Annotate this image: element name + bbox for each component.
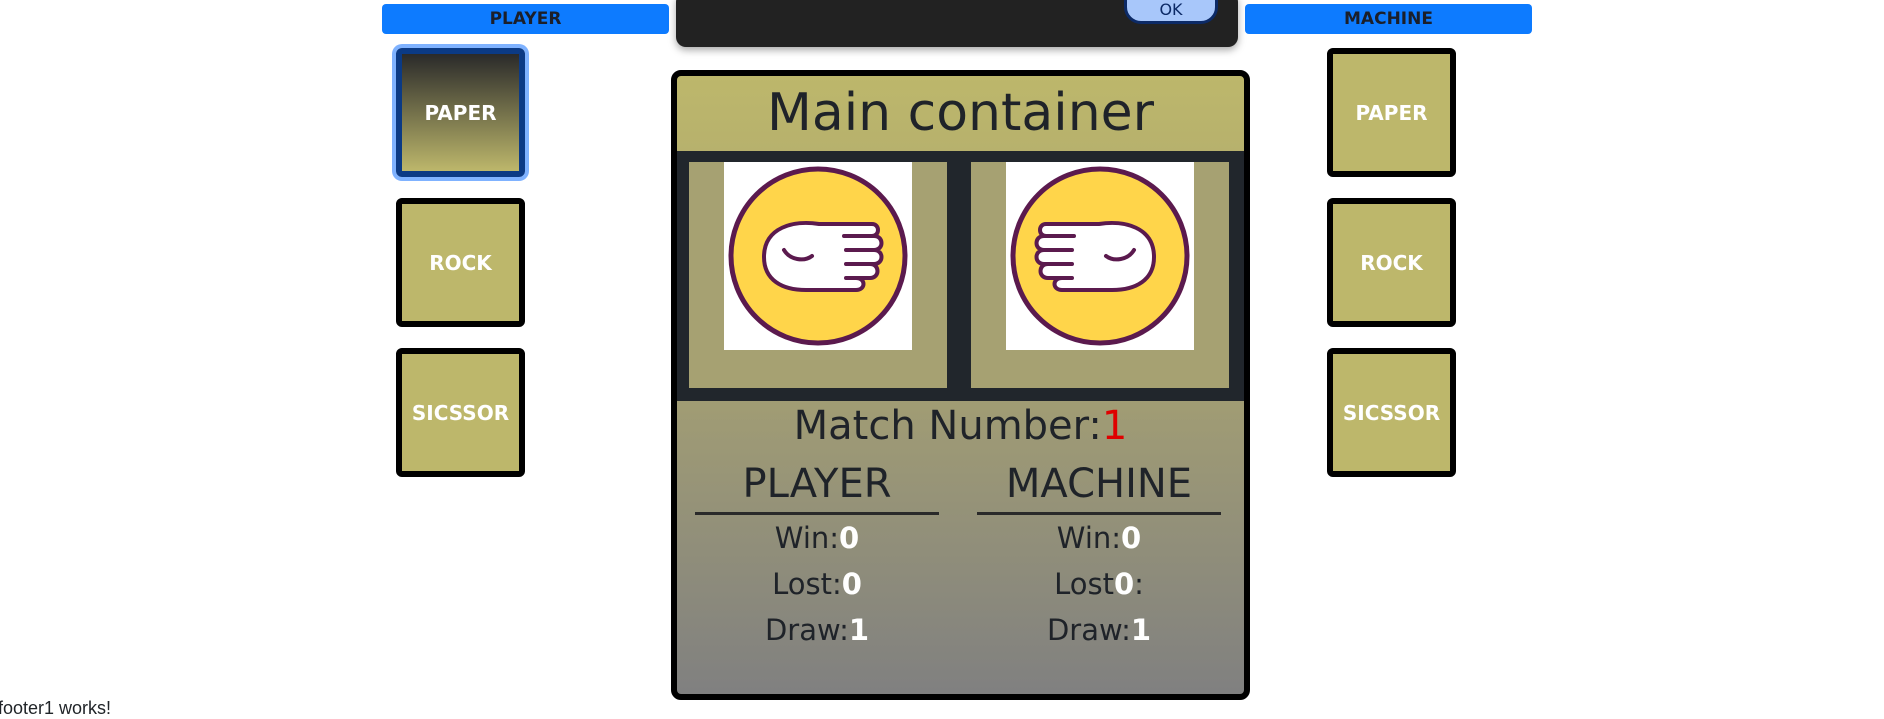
player-win: Win:0 <box>695 515 939 561</box>
player-paper-button[interactable]: PAPER <box>396 48 525 177</box>
machine-rock-button: ROCK <box>1327 198 1456 327</box>
machine-scissor-button: SICSSOR <box>1327 348 1456 477</box>
main-container: Main container Match Number: 1 PLAYER Wi… <box>671 70 1250 700</box>
draw-label: Draw: <box>1046 613 1131 647</box>
machine-header: MACHINE <box>1245 4 1532 34</box>
paper-hand-icon <box>1006 162 1194 350</box>
match-number-value: 1 <box>1101 403 1128 449</box>
player-header: PLAYER <box>382 4 669 34</box>
lost-value: 0 <box>841 567 862 601</box>
player-scissor-button[interactable]: SICSSOR <box>396 348 525 477</box>
lost-value: 0 <box>1113 567 1135 601</box>
machine-stats-title: MACHINE <box>1005 461 1193 507</box>
win-label: Win: <box>1056 521 1122 555</box>
lost-label: Lost <box>1054 567 1114 601</box>
player-draw: Draw:1 <box>695 607 939 653</box>
player-rock-button[interactable]: ROCK <box>396 198 525 327</box>
machine-lost: Lost0: <box>977 561 1221 607</box>
match-number-label: Match Number: <box>793 403 1102 449</box>
machine-hand-slot <box>971 162 1229 388</box>
match-number-row: Match Number: 1 <box>677 401 1244 451</box>
paper-hand-icon <box>724 162 912 350</box>
machine-paper-button: PAPER <box>1327 48 1456 177</box>
player-hand-slot <box>689 162 947 388</box>
win-value: 0 <box>1121 521 1142 555</box>
footer-text: footer1 works! <box>0 698 112 718</box>
arena <box>677 151 1244 401</box>
win-value: 0 <box>839 521 860 555</box>
lost-suffix: : <box>1134 567 1144 601</box>
draw-value: 1 <box>848 613 870 647</box>
ok-button[interactable]: OK <box>1124 0 1218 24</box>
machine-stats: MACHINE Win:0 Lost0: Draw:1 <box>977 456 1221 653</box>
machine-win: Win:0 <box>977 515 1221 561</box>
draw-value: 1 <box>1130 613 1152 647</box>
win-label: Win: <box>774 521 840 555</box>
machine-draw: Draw:1 <box>977 607 1221 653</box>
draw-label: Draw: <box>764 613 849 647</box>
player-stats: PLAYER Win:0 Lost:0 Draw:1 <box>695 456 939 653</box>
alert-dialog: OK <box>676 0 1238 47</box>
lost-label: Lost: <box>772 567 842 601</box>
player-stats-title: PLAYER <box>742 461 892 507</box>
player-lost: Lost:0 <box>695 561 939 607</box>
main-title: Main container <box>766 83 1155 143</box>
